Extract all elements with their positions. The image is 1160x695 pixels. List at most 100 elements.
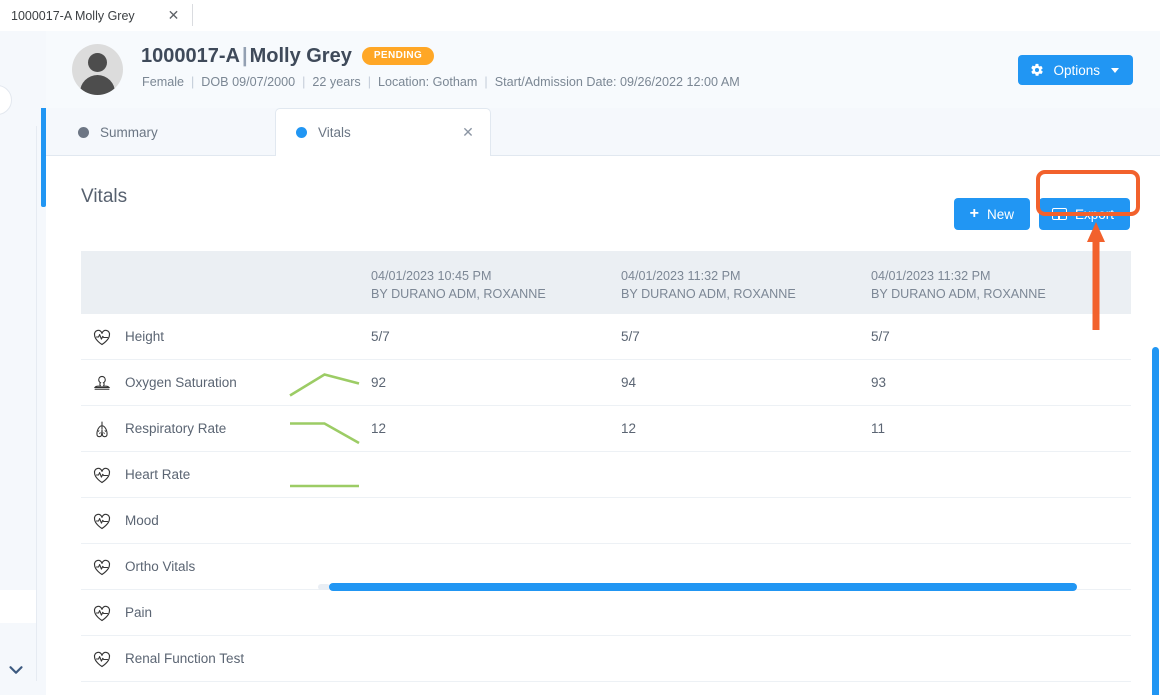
row-label-cell: Renal Function Test [81, 650, 371, 668]
row-label-cell: Heart Rate [81, 466, 371, 484]
table-row[interactable]: Renal Function Test [81, 636, 1131, 682]
table-column-header: 04/01/2023 11:32 PM BY DURANO ADM, ROXAN… [871, 251, 1121, 314]
tab-status-dot [296, 127, 307, 138]
rail-collapse-pill[interactable] [0, 85, 12, 115]
row-label: Ortho Vitals [125, 559, 196, 574]
app-tab-row: Summary Vitals ✕ [46, 108, 1160, 157]
patient-gender: Female [142, 75, 184, 89]
browser-tab[interactable]: 1000017-A Molly Grey ✕ [0, 0, 192, 31]
tab-summary[interactable]: Summary [58, 108, 178, 156]
row-value-cell: 5/7 [371, 329, 390, 344]
browser-tab-close-icon[interactable]: ✕ [166, 8, 181, 23]
column-date: 04/01/2023 11:32 PM [871, 269, 991, 283]
row-label: Heart Rate [125, 467, 191, 482]
tab-summary-label: Summary [100, 124, 158, 140]
meta-divider: | [302, 75, 306, 89]
export-button[interactable]: Export [1038, 198, 1130, 230]
browser-tab-strip: 1000017-A Molly Grey ✕ [0, 0, 1160, 31]
table-column-header: 04/01/2023 11:32 PM BY DURANO ADM, ROXAN… [621, 251, 871, 314]
column-author: BY DURANO ADM, ROXANNE [871, 287, 1046, 302]
row-label-cell: Respiratory Rate [81, 420, 371, 438]
table-body: Height 5/7 5/7 5/7 Oxygen Saturation 92 94 93 Re… [81, 314, 1131, 695]
rail-divider [36, 126, 37, 681]
tab-close-icon[interactable]: ✕ [461, 125, 475, 139]
table-row[interactable]: Heart Rate [81, 452, 1131, 498]
row-label: Height [125, 329, 165, 344]
row-value-cell: 93 [871, 375, 887, 390]
row-label: Renal Function Test [125, 651, 245, 666]
rail-active-indicator [41, 131, 46, 207]
tab-vitals[interactable]: Vitals ✕ [275, 108, 491, 157]
meta-divider: | [191, 75, 195, 89]
table-header-spacer [81, 251, 371, 314]
column-author: BY DURANO ADM, ROXANNE [621, 287, 796, 302]
options-button[interactable]: Options [1018, 55, 1133, 85]
table-row[interactable]: Pain [81, 590, 1131, 636]
vertical-scrollbar-track[interactable] [1150, 251, 1160, 695]
app-page: 1000017-A | Molly Grey PENDING Female | DOB 0… [0, 31, 1160, 695]
row-label: Pain [125, 605, 153, 620]
table-row[interactable]: Respiratory Rate 12 12 11 [81, 406, 1131, 452]
patient-dob: DOB 09/07/2000 [201, 75, 296, 89]
new-button-label: New [986, 206, 1014, 222]
avatar-head [88, 53, 107, 72]
vitals-table: 04/01/2023 10:45 PM BY DURANO ADM, ROXAN… [81, 251, 1131, 695]
vertical-scrollbar-thumb[interactable] [1152, 347, 1159, 695]
patient-name-separator: | [241, 45, 248, 67]
heart-pulse-icon [93, 605, 111, 621]
table-header-row: 04/01/2023 10:45 PM BY DURANO ADM, ROXAN… [81, 251, 1131, 314]
heart-pulse-icon [93, 329, 111, 345]
tab-divider [192, 4, 193, 26]
row-label-cell: Pain [81, 604, 371, 622]
meta-divider: | [484, 75, 488, 89]
chevron-down-icon[interactable] [5, 659, 27, 681]
patient-meta: Female | DOB 09/07/2000 | 22 years | Location:… [142, 75, 740, 89]
patient-age: 22 years [312, 75, 361, 89]
row-value-cell: 11 [871, 421, 886, 436]
row-label: Respiratory Rate [125, 421, 227, 436]
row-label: Mood [125, 513, 159, 528]
patient-name-line: 1000017-A | Molly Grey PENDING [141, 45, 435, 68]
vitals-panel: Vitals + New Export 04/01/2023 10:45 PM … [46, 156, 1160, 695]
patient-admission-date: Start/Admission Date: 09/26/2022 12:00 A… [494, 75, 740, 89]
row-value-cell: 94 [621, 375, 637, 390]
patient-header: 1000017-A | Molly Grey PENDING Female | DOB 0… [46, 31, 1160, 108]
patient-name: Molly Grey [249, 45, 352, 67]
row-label: Oxygen Saturation [125, 375, 237, 390]
row-label-cell: Mood [81, 512, 371, 530]
heart-pulse-icon [93, 559, 111, 575]
table-row[interactable]: Height 5/7 5/7 5/7 [81, 314, 1131, 360]
chevron-down-icon [1111, 67, 1119, 73]
tab-strip-empty-area [193, 0, 1160, 31]
column-author: BY DURANO ADM, ROXANNE [371, 287, 546, 302]
avatar [72, 44, 123, 95]
row-value-cell: 5/7 [871, 329, 890, 344]
page-title: Vitals [81, 186, 128, 207]
rail-white-block [0, 590, 36, 623]
status-badge: PENDING [361, 47, 435, 65]
row-label-cell: Ortho Vitals [81, 558, 371, 576]
row-value-cell: 12 [621, 421, 637, 436]
tab-vitals-label: Vitals [318, 125, 351, 140]
new-button[interactable]: + New [953, 198, 1030, 230]
heart-pulse-icon [93, 651, 111, 667]
row-label-cell: Oxygen Saturation [81, 374, 371, 392]
browser-tab-title: 1000017-A Molly Grey [11, 8, 135, 23]
patient-location: Location: Gotham [377, 75, 478, 89]
row-value-cell: 92 [371, 375, 387, 390]
oxygen-saturation-icon [93, 375, 111, 390]
column-date: 04/01/2023 10:45 PM [371, 269, 492, 283]
table-row[interactable]: Mood [81, 498, 1131, 544]
row-value-cell: 12 [371, 421, 387, 436]
column-date: 04/01/2023 11:32 PM [621, 269, 741, 283]
row-value-cell: 5/7 [621, 329, 640, 344]
heart-pulse-icon [93, 467, 111, 483]
table-row[interactable]: Weight [81, 682, 1131, 695]
row-label-cell: Height [81, 328, 371, 346]
app-root: 1000017-A Molly Grey ✕ 1000017-A | Molly G… [0, 0, 1160, 695]
table-row[interactable]: Oxygen Saturation 92 94 93 [81, 360, 1131, 406]
table-column-header: 04/01/2023 10:45 PM BY DURANO ADM, ROXAN… [371, 251, 621, 314]
heart-pulse-icon [93, 513, 111, 529]
horizontal-scrollbar-thumb[interactable] [329, 583, 1077, 591]
gear-icon [1031, 63, 1044, 76]
